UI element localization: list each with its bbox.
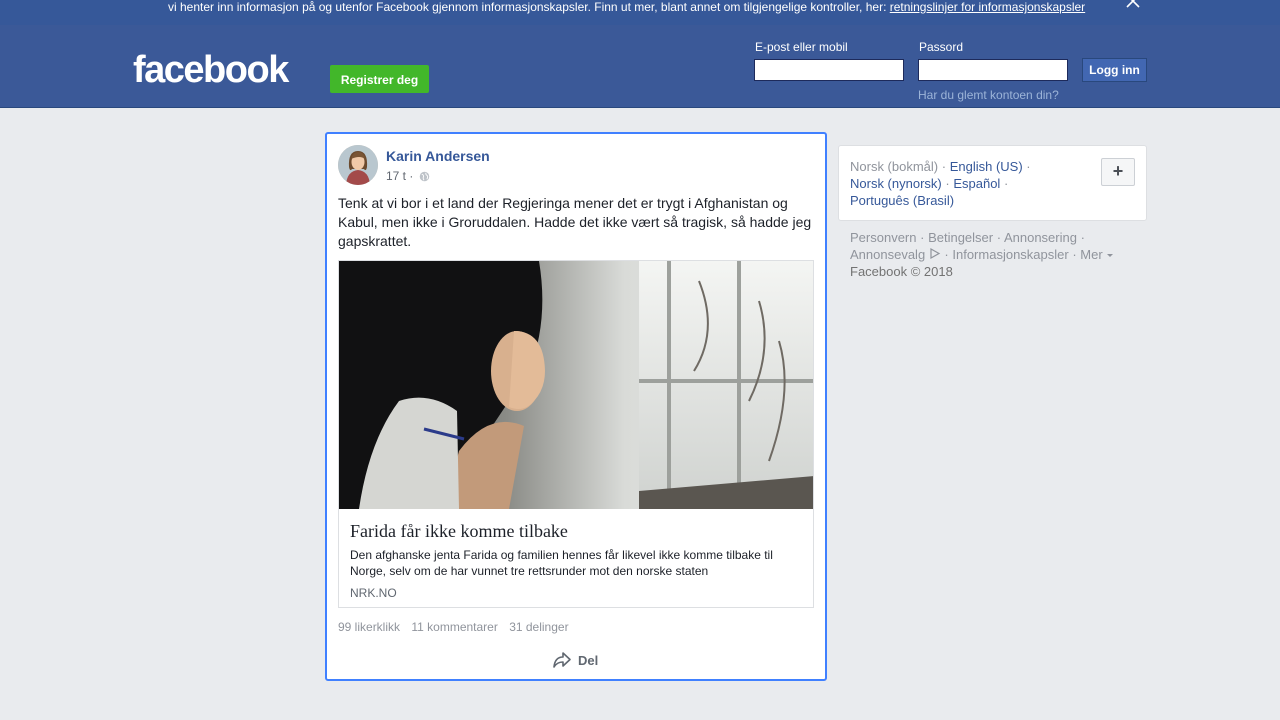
email-label: E-post eller mobil	[755, 40, 848, 54]
footer-link-betingelser[interactable]: Betingelser	[928, 230, 993, 245]
shares-count[interactable]: 31 delinger	[509, 620, 568, 634]
post-card: Karin Andersen 17 t · Tenk at vi bor i e…	[325, 132, 827, 681]
link-description: Den afghanske jenta Farida og familien h…	[350, 548, 773, 578]
facebook-logo[interactable]: facebook	[133, 45, 289, 95]
footer-link-annonsevalg[interactable]: Annonsevalg	[850, 247, 925, 262]
login-button[interactable]: Logg inn	[1082, 58, 1147, 82]
link-preview-body: Farida får ikke komme tilbake Den afghan…	[339, 509, 813, 607]
post-text: Tenk at vi bor i et land der Regjeringa …	[338, 195, 812, 249]
footer-link-annonsering[interactable]: Annonsering	[1004, 230, 1077, 245]
forgot-account-link[interactable]: Har du glemt kontoen din?	[918, 88, 1059, 102]
footer-link-mer[interactable]: Mer	[1080, 247, 1102, 262]
language-portugues-brasil[interactable]: Português (Brasil)	[850, 193, 954, 208]
cookie-banner-message: vi henter inn informasjon på og utenfor …	[168, 0, 887, 14]
post-meta: 17 t ·	[386, 169, 430, 185]
share-button[interactable]: Del	[552, 651, 598, 671]
share-label: Del	[578, 653, 599, 668]
chevron-down-icon	[1106, 247, 1114, 262]
likes-count[interactable]: 99 likerklikk	[338, 620, 400, 634]
close-icon[interactable]	[1124, 0, 1142, 10]
cookie-policy-link[interactable]: retningslinjer for informasjonskapsler	[890, 0, 1085, 14]
cookie-banner: vi henter inn informasjon på og utenfor …	[0, 0, 1280, 25]
language-list: Norsk (bokmål) · English (US) · Norsk (n…	[850, 159, 1031, 208]
footer-links: Personvern · Betingelser · Annonsering ·…	[850, 229, 1140, 280]
globe-icon	[419, 171, 430, 185]
language-norsk-bokmal: Norsk (bokmål)	[850, 159, 939, 174]
password-label: Passord	[919, 40, 964, 54]
top-bar: facebook Registrer deg E-post eller mobi…	[0, 25, 1280, 108]
password-field[interactable]	[918, 59, 1068, 81]
link-title[interactable]: Farida får ikke komme tilbake	[350, 521, 568, 542]
footer-link-personvern[interactable]: Personvern	[850, 230, 916, 245]
shared-link-card[interactable]: Farida får ikke komme tilbake Den afghan…	[338, 260, 814, 608]
avatar[interactable]	[338, 145, 378, 185]
copyright: Facebook © 2018	[850, 264, 953, 279]
register-button[interactable]: Registrer deg	[330, 65, 429, 93]
language-english-us[interactable]: English (US)	[950, 159, 1023, 174]
adchoices-icon	[929, 247, 941, 262]
share-icon	[553, 652, 571, 668]
link-source: NRK.NO	[350, 586, 397, 600]
cookie-banner-text: vi henter inn informasjon på og utenfor …	[168, 0, 1085, 14]
language-espanol[interactable]: Español	[953, 176, 1000, 191]
add-language-button[interactable]: +	[1101, 158, 1135, 186]
email-field[interactable]	[754, 59, 904, 81]
post-stats: 99 likerklikk 11 kommentarer 31 delinger	[338, 620, 577, 634]
language-norsk-nynorsk[interactable]: Norsk (nynorsk)	[850, 176, 942, 191]
post-author[interactable]: Karin Andersen	[386, 148, 490, 164]
language-box: Norsk (bokmål) · English (US) · Norsk (n…	[838, 145, 1147, 221]
comments-count[interactable]: 11 kommentarer	[411, 620, 497, 634]
link-preview-image	[339, 261, 813, 509]
post-time[interactable]: 17 t ·	[386, 169, 413, 183]
footer-link-informasjonskapsler[interactable]: Informasjonskapsler	[952, 247, 1068, 262]
